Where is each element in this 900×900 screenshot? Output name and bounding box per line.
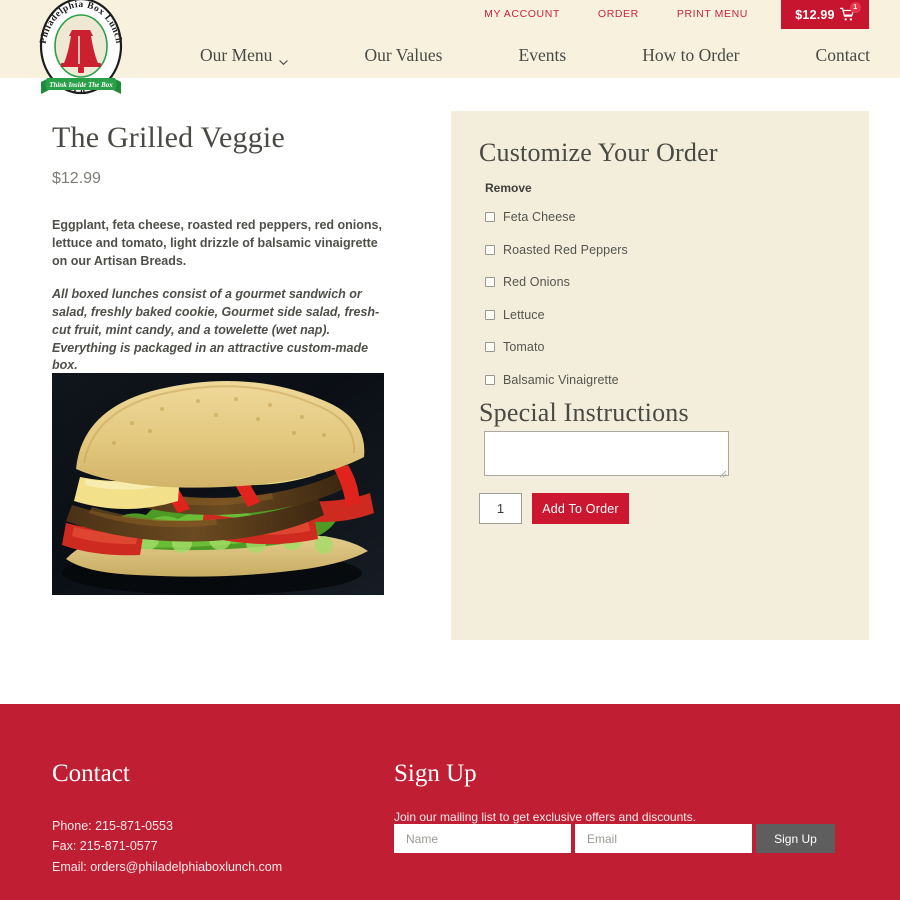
page-title: The Grilled Veggie [52, 121, 285, 154]
nav-item-how-to-order[interactable]: How to Order [642, 45, 739, 66]
nav-item-events-label: Events [518, 44, 567, 65]
remove-label: Remove [485, 181, 532, 195]
footer-contact-section: Contact Phone: 215-871-0553 Fax: 215-871… [52, 760, 282, 877]
contact-phone: Phone: 215-871-0553 [52, 819, 173, 833]
utility-link-my-account[interactable]: MY ACCOUNT [465, 0, 579, 29]
product-details: The Grilled Veggie $12.99 Eggplant, feta… [52, 120, 402, 595]
option-row-lettuce[interactable]: Lettuce [485, 299, 855, 332]
remove-options-list: Feta Cheese Roasted Red Peppers Red Onio… [485, 201, 855, 396]
chevron-down-icon [279, 51, 289, 65]
option-label-tomato: Tomato [503, 340, 545, 355]
checkbox-roasted-red-peppers[interactable] [485, 244, 495, 255]
checkbox-feta-cheese[interactable] [485, 212, 495, 223]
cart-button[interactable]: $12.99 1 [781, 0, 869, 29]
site-header: Philadelphia Box Lunch Co. Think Inside … [0, 0, 900, 97]
signup-form: Name Email Sign Up [394, 824, 835, 853]
site-logo[interactable]: Philadelphia Box Lunch Co. Think Inside … [31, 0, 131, 98]
checkbox-balsamic-vinaigrette[interactable] [485, 374, 495, 385]
footer-signup-section: Sign Up Join our mailing list to get exc… [394, 760, 846, 853]
option-label-feta-cheese: Feta Cheese [503, 210, 576, 225]
option-label-red-onions: Red Onions [503, 275, 571, 290]
resize-handle-icon[interactable] [718, 465, 727, 478]
quantity-input[interactable]: 1 [479, 493, 522, 524]
signup-email-placeholder: Email [587, 831, 618, 846]
option-row-feta-cheese[interactable]: Feta Cheese [485, 201, 855, 234]
add-to-order-button[interactable]: Add To Order [532, 493, 629, 524]
nav-item-our-values-label: Our Values [364, 44, 443, 65]
signup-heading: Sign Up [394, 760, 477, 787]
option-label-roasted-red-peppers: Roasted Red Peppers [503, 242, 628, 257]
customize-order-panel: Customize Your Order Remove Feta Cheese … [451, 111, 869, 640]
option-label-lettuce: Lettuce [503, 307, 545, 322]
checkbox-tomato[interactable] [485, 342, 495, 353]
utility-nav: MY ACCOUNT ORDER PRINT MENU $12.99 1 [465, 0, 869, 29]
signup-name-input[interactable]: Name [394, 824, 571, 853]
contact-email[interactable]: Email: orders@philadelphiaboxlunch.com [52, 857, 282, 877]
customize-panel-title: Customize Your Order [479, 138, 718, 167]
utility-link-print-menu[interactable]: PRINT MENU [658, 0, 767, 29]
signup-submit-button[interactable]: Sign Up [756, 824, 835, 853]
option-row-roasted-red-peppers[interactable]: Roasted Red Peppers [485, 234, 855, 267]
special-instructions-input[interactable] [484, 431, 729, 478]
contact-heading: Contact [52, 760, 130, 787]
nav-item-contact-label: Contact [815, 44, 870, 65]
nav-item-events[interactable]: Events [519, 45, 567, 66]
main-navigation: Our Menu Our Values Events How to Order … [200, 38, 870, 72]
checkbox-lettuce[interactable] [485, 309, 495, 320]
nav-item-our-menu[interactable]: Our Menu [200, 44, 289, 66]
quantity-value: 1 [496, 501, 505, 516]
nav-item-our-values[interactable]: Our Values [365, 45, 443, 66]
signup-name-placeholder: Name [406, 831, 439, 846]
nav-item-contact[interactable]: Contact [816, 45, 870, 66]
contact-lines: Phone: 215-871-0553 Fax: 215-871-0577 Em… [52, 816, 282, 877]
contact-fax: Fax: 215-871-0577 [52, 839, 158, 854]
signup-email-input[interactable]: Email [575, 824, 752, 853]
checkbox-red-onions[interactable] [485, 277, 495, 288]
cart-amount: $12.99 [795, 7, 835, 22]
utility-link-order[interactable]: ORDER [579, 0, 658, 29]
special-instructions-title: Special Instructions [479, 398, 689, 427]
option-label-balsamic-vinaigrette: Balsamic Vinaigrette [503, 372, 619, 387]
option-row-red-onions[interactable]: Red Onions [485, 266, 855, 299]
nav-item-how-to-order-label: How to Order [642, 44, 740, 65]
product-image [52, 373, 384, 595]
product-note: All boxed lunches consist of a gourmet s… [52, 287, 380, 373]
product-description: Eggplant, feta cheese, roasted red peppe… [52, 218, 382, 268]
svg-text:Think Inside The Box: Think Inside The Box [49, 81, 113, 89]
site-footer: Contact Phone: 215-871-0553 Fax: 215-871… [0, 704, 900, 900]
option-row-balsamic-vinaigrette[interactable]: Balsamic Vinaigrette [485, 364, 855, 397]
option-row-tomato[interactable]: Tomato [485, 331, 855, 364]
product-price: $12.99 [52, 170, 101, 187]
shopping-cart-icon: 1 [839, 2, 861, 22]
nav-item-our-menu-label: Our Menu [200, 44, 273, 65]
cart-badge: 1 [849, 2, 861, 13]
